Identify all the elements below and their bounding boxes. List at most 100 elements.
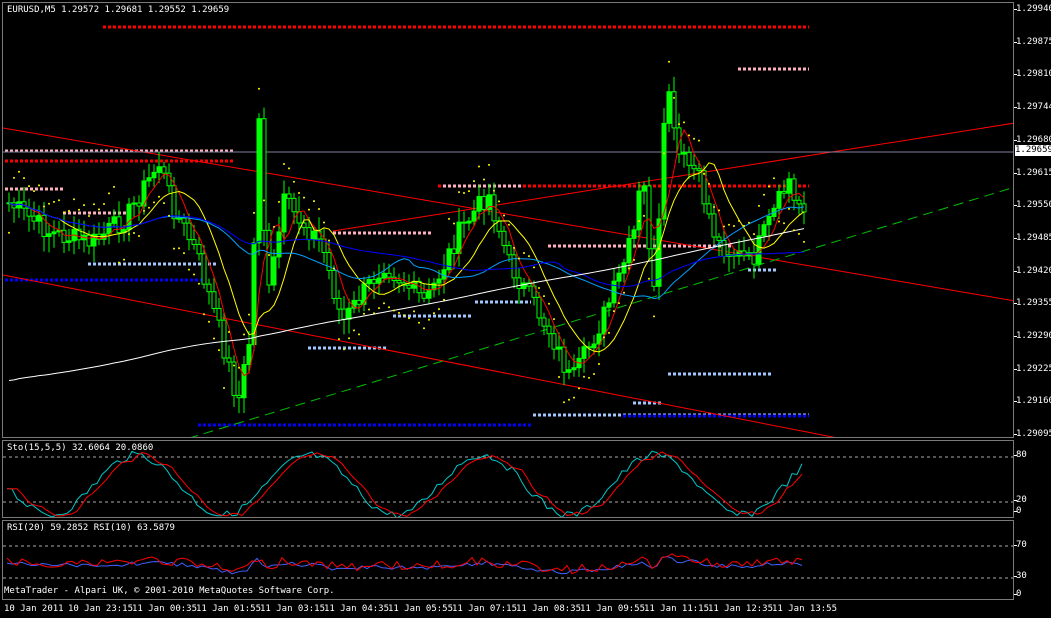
sar-dot <box>333 267 335 270</box>
sar-dot <box>73 198 75 201</box>
candle-body <box>186 222 192 241</box>
candle-body <box>706 203 712 215</box>
candle-body <box>461 221 467 224</box>
candle-body <box>501 230 507 247</box>
candle-body <box>466 220 472 224</box>
sar-dot <box>683 121 685 124</box>
sar-dot <box>378 307 380 310</box>
sar-dot <box>303 196 305 199</box>
candle-body <box>716 236 722 241</box>
candle-body <box>131 202 137 205</box>
sar-dot <box>518 257 520 260</box>
sar-dot <box>308 208 310 211</box>
sto-level-20: 20 <box>1014 495 1027 505</box>
candle-body <box>46 233 52 238</box>
price-chart-pane[interactable]: EURUSD,M5 1.29572 1.29681 1.29552 1.2965… <box>2 2 1014 438</box>
candle-body <box>636 190 642 231</box>
candle-body <box>331 269 337 299</box>
sar-dot <box>748 221 750 224</box>
candle-body <box>776 190 782 209</box>
candle-body <box>641 185 647 192</box>
sar-dot <box>593 372 595 375</box>
candle-body <box>541 317 547 327</box>
sar-dot <box>533 266 535 269</box>
sar-dot <box>323 221 325 224</box>
candle-body <box>456 221 462 255</box>
price-tick-label: 1.29485 <box>1014 233 1051 243</box>
sar-dot <box>178 247 180 250</box>
sar-dot <box>578 387 580 390</box>
time-axis[interactable]: 10 Jan 2011 10 Jan 23:15 11 Jan 00:35 11 Ja… <box>0 600 1051 618</box>
sar-dot <box>718 209 720 212</box>
current-price-marker: 1.29659 <box>1015 145 1051 156</box>
sar-dot <box>373 312 375 315</box>
sar-dot <box>353 329 355 332</box>
sar-dot <box>603 336 605 339</box>
candle-body <box>366 279 372 285</box>
candle-body <box>421 292 427 299</box>
candle-body <box>116 216 122 234</box>
sar-dot <box>68 209 70 212</box>
sar-dot <box>693 137 695 140</box>
candle-body <box>211 291 217 310</box>
candle-body <box>271 256 277 286</box>
sar-dot <box>628 267 630 270</box>
candle-body <box>626 237 632 264</box>
candle-body <box>41 214 47 238</box>
stochastic-label: Sto(15,5,5) 32.6064 20.0860 <box>7 443 154 453</box>
candle-body <box>426 289 432 299</box>
sar-dot <box>538 286 540 289</box>
price-axis[interactable]: 1.29940 1.29875 1.29810 1.29744 1.29680 1.296… <box>1014 2 1051 439</box>
sar-dot <box>733 225 735 228</box>
sar-dot <box>98 208 100 211</box>
sar-dot <box>33 190 35 193</box>
sar-dot <box>183 252 185 255</box>
sar-dot <box>243 333 245 336</box>
candle-body <box>86 234 92 247</box>
candle-body <box>631 229 637 239</box>
sar-dot <box>108 192 110 195</box>
ma-long-line <box>8 228 805 381</box>
sar-dot <box>778 220 780 223</box>
sar-dot <box>48 202 50 205</box>
time-tick-label: 11 Jan 04:35 <box>324 604 390 614</box>
sar-dot <box>348 337 350 340</box>
sar-dot <box>438 308 440 311</box>
candle-body <box>591 343 597 349</box>
sar-dot <box>433 312 435 315</box>
candle-body <box>686 151 692 166</box>
candle-body <box>281 193 287 233</box>
rsi-level-30: 30 <box>1014 571 1027 581</box>
sar-dot <box>493 189 495 192</box>
sar-dot <box>93 203 95 206</box>
sar-dot <box>258 87 260 90</box>
candle-body <box>346 307 352 320</box>
stochastic-canvas[interactable] <box>3 441 1014 518</box>
sar-dot <box>263 199 265 202</box>
candle-body <box>696 168 702 172</box>
candle-body <box>561 346 567 373</box>
price-chart-canvas[interactable] <box>3 3 1014 438</box>
time-tick-label: 10 Jan 23:15 <box>68 604 134 614</box>
sar-dot <box>43 205 45 208</box>
price-tick-label: 1.29940 <box>1014 4 1051 14</box>
sar-dot <box>193 273 195 276</box>
candle-body <box>786 178 792 194</box>
stochastic-pane[interactable]: Sto(15,5,5) 32.6064 20.0860 <box>2 440 1014 518</box>
candle-body <box>666 91 672 124</box>
sar-dot <box>213 337 215 340</box>
candle-body <box>566 369 572 373</box>
sar-dot <box>428 318 430 321</box>
sar-dot <box>788 207 790 210</box>
sto-main-line <box>6 450 803 517</box>
candle-body <box>161 166 167 174</box>
sar-dot <box>553 318 555 321</box>
symbol-label: EURUSD,M5 1.29572 1.29681 1.29552 1.2965… <box>7 5 230 15</box>
price-tick-label: 1.29680 <box>1014 135 1051 145</box>
sar-dot <box>573 396 575 399</box>
candle-body <box>256 118 262 244</box>
candle-body <box>151 171 157 179</box>
candle-body <box>156 166 162 173</box>
candle-body <box>656 218 662 287</box>
time-tick-label: 10 Jan 2011 <box>4 604 64 614</box>
